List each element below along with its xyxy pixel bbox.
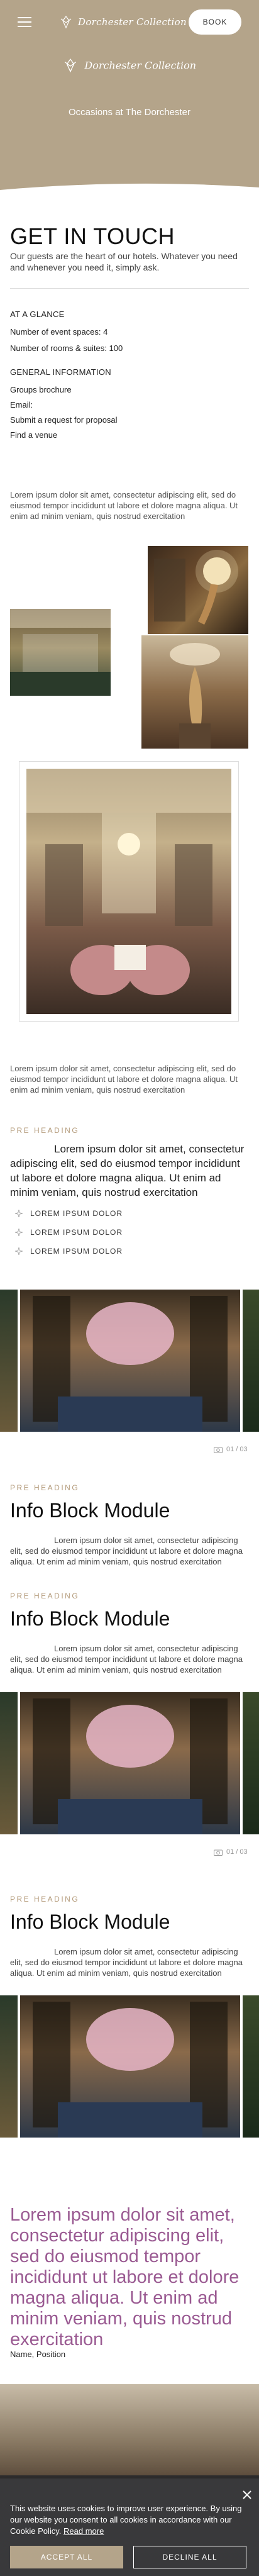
cookie-banner: This website uses cookies to improve use… — [0, 2475, 259, 2576]
top-navigation: Dorchester Collection BOOK — [0, 0, 259, 45]
submit-rfp-link[interactable]: Submit a request for proposal — [10, 415, 118, 425]
list-item-label: LOREM IPSUM DOLOR — [30, 1209, 123, 1218]
list-item-label: LOREM IPSUM DOLOR — [30, 1228, 123, 1237]
find-venue-link[interactable]: Find a venue — [10, 430, 57, 440]
glance-heading: AT A GLANCE — [10, 309, 65, 319]
hero-wave-divider — [0, 183, 259, 198]
contact-description: Our guests are the heart of our hotels. … — [10, 251, 238, 272]
pre-heading: PRE HEADING — [10, 1592, 80, 1600]
statue-photo — [141, 635, 248, 749]
cookie-text: This website uses cookies to improve use… — [10, 2504, 242, 2536]
lead-paragraph: Lorem ipsum dolor sit amet, consectetur … — [10, 1143, 245, 1198]
carousel-peek-left — [0, 1290, 18, 1432]
body-paragraph: Lorem ipsum dolor sit amet, consectetur … — [10, 1064, 238, 1095]
star-icon — [15, 1247, 23, 1255]
general-info-heading: GENERAL INFORMATION — [10, 367, 111, 377]
testimonial-author: Name, Position — [10, 2350, 66, 2359]
info-block-text: Lorem ipsum dolor sit amet, consectetur … — [10, 1947, 243, 1978]
list-item-label: LOREM IPSUM DOLOR — [30, 1247, 123, 1256]
info-block-text: Lorem ipsum dolor sit amet, consectetur … — [10, 1536, 243, 1566]
crest-icon — [64, 59, 77, 73]
carousel-peek-left — [0, 1692, 18, 1834]
divider — [10, 288, 249, 289]
camera-icon — [214, 1447, 223, 1453]
carousel-peek-right — [243, 1995, 259, 2138]
camera-icon — [214, 1849, 223, 1856]
carousel-peek-right — [243, 1290, 259, 1432]
list-item: LOREM IPSUM DOLOR — [15, 1209, 123, 1218]
counter-label: 01 / 03 — [226, 1848, 248, 1856]
venue-illustration — [10, 609, 111, 696]
close-icon[interactable] — [241, 2489, 253, 2501]
accept-all-button[interactable]: ACCEPT ALL — [10, 2546, 123, 2568]
carousel-peek-left — [0, 1995, 18, 2138]
rooms-suites-count: Number of rooms & suites: 100 — [10, 343, 123, 353]
email-link[interactable]: Email: — [10, 400, 33, 410]
crest-icon — [60, 15, 72, 29]
footer-image — [0, 2384, 259, 2478]
carousel-counter: 01 / 03 — [214, 1446, 248, 1453]
info-block-title: Info Block Module — [10, 1499, 170, 1522]
pre-heading: PRE HEADING — [10, 1895, 80, 1904]
photo-frame — [19, 761, 239, 1022]
carousel-slide[interactable] — [20, 1290, 240, 1432]
info-block-title: Info Block Module — [10, 1910, 170, 1933]
carousel-slide[interactable] — [20, 1692, 240, 1834]
info-block-text: Lorem ipsum dolor sit amet, consectetur … — [10, 1644, 243, 1675]
event-spaces-count: Number of event spaces: 4 — [10, 327, 108, 337]
read-more-link[interactable]: Read more — [63, 2526, 104, 2536]
page-title: GET IN TOUCH — [10, 223, 175, 249]
carousel-slide[interactable] — [20, 1995, 240, 2138]
restaurant-illustration — [33, 2002, 228, 2138]
lamp-photo — [148, 546, 248, 634]
hero-subtitle: Occasions at The Dorchester — [69, 107, 190, 118]
carousel-counter: 01 / 03 — [214, 1848, 248, 1856]
book-button[interactable]: BOOK — [189, 9, 241, 35]
brand-name: Dorchester Collection — [78, 16, 187, 28]
restaurant-illustration — [33, 1296, 228, 1432]
star-icon — [15, 1229, 23, 1236]
venue-photo-small — [10, 609, 111, 696]
cookie-message: This website uses cookies to improve use… — [10, 2503, 246, 2537]
intro-paragraph: Lorem ipsum dolor sit amet, consectetur … — [10, 490, 238, 521]
menu-icon[interactable] — [18, 17, 31, 27]
counter-label: 01 / 03 — [226, 1446, 248, 1453]
statue-illustration — [170, 643, 220, 749]
decline-all-button[interactable]: DECLINE ALL — [133, 2546, 246, 2568]
list-item: LOREM IPSUM DOLOR — [15, 1247, 123, 1256]
lamp-illustration — [154, 550, 238, 625]
groups-brochure-link[interactable]: Groups brochure — [10, 385, 72, 394]
testimonial-quote: Lorem ipsum dolor sit amet, consectetur … — [10, 2205, 240, 2350]
carousel-peek-right — [243, 1692, 259, 1834]
star-icon — [15, 1210, 23, 1217]
hero-banner: Dorchester Collection BOOK Dorchester Co… — [0, 0, 259, 198]
restaurant-illustration — [33, 1698, 228, 1834]
hero-logo-text: Dorchester Collection — [84, 59, 197, 72]
pre-heading: PRE HEADING — [10, 1483, 80, 1492]
list-item: LOREM IPSUM DOLOR — [15, 1228, 123, 1237]
pre-heading: PRE HEADING — [10, 1126, 80, 1135]
brand-logo[interactable]: Dorchester Collection — [59, 15, 187, 29]
info-block-title: Info Block Module — [10, 1607, 170, 1630]
hero-logo: Dorchester Collection — [0, 58, 259, 73]
